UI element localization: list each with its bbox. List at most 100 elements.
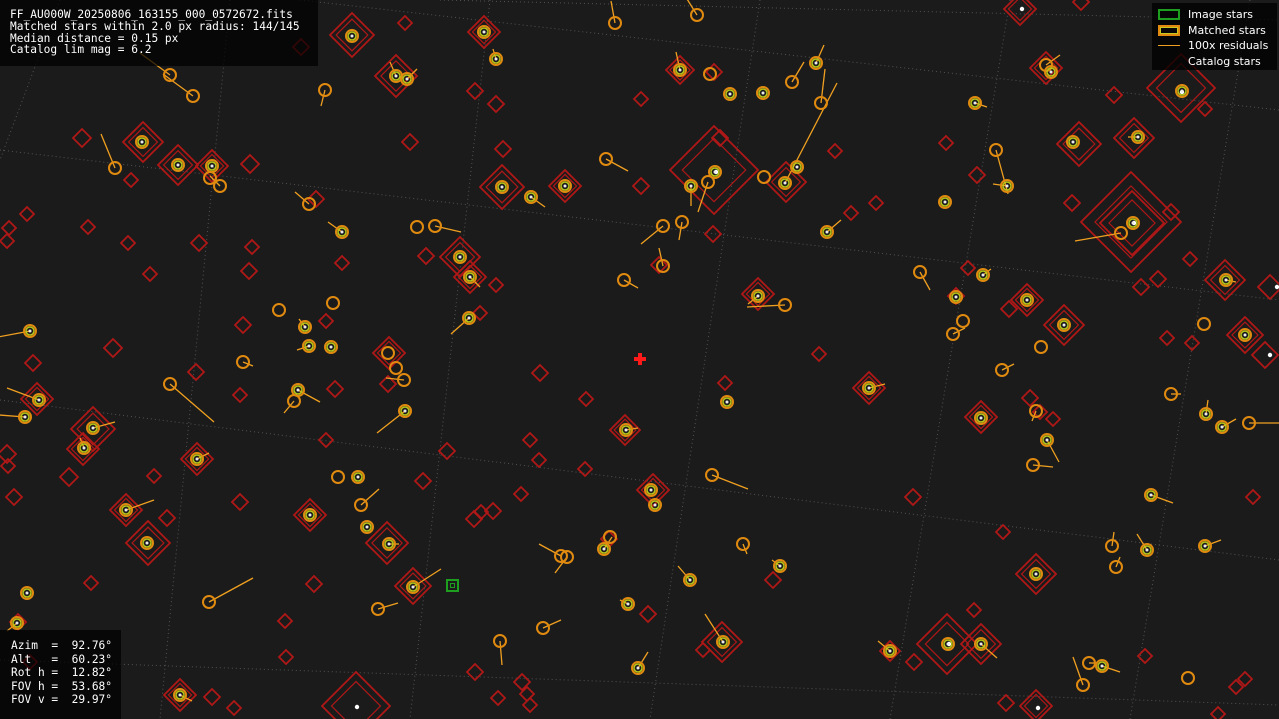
- catalog-star-marker: [320, 670, 392, 719]
- residual-line: [542, 619, 562, 629]
- image-star-core: [458, 255, 462, 259]
- catalog-star-marker: [1250, 340, 1279, 370]
- image-star-core: [350, 34, 354, 38]
- matched-stars-layer: [10, 8, 1256, 702]
- image-star-core: [124, 508, 128, 512]
- catalog-star-marker: [512, 485, 530, 503]
- catalog-star-marker: [521, 431, 539, 449]
- grid-line: [0, 399, 1279, 561]
- catalog-star-marker: [71, 127, 93, 149]
- image-star-core: [943, 200, 947, 204]
- image-star-core: [500, 185, 504, 189]
- matched-star: [1034, 340, 1048, 354]
- catalog-limit-text: Catalog lim mag = 6.2: [10, 43, 152, 57]
- residual-line: [360, 488, 380, 506]
- catalog-star-marker: [333, 254, 351, 272]
- image-star-core: [25, 591, 29, 595]
- image-star-core: [1203, 544, 1207, 548]
- catalog-star-marker: [396, 14, 414, 32]
- catalog-star-marker: [1148, 269, 1168, 289]
- matched-star: [1181, 671, 1195, 685]
- grid-line: [409, 0, 491, 719]
- catalog-star-marker: [1209, 705, 1227, 719]
- image-star-core: [91, 426, 95, 430]
- image-star-core: [981, 273, 985, 277]
- grid-line: [159, 0, 231, 719]
- catalog-star-marker: [304, 574, 324, 594]
- catalog-star-marker: [23, 353, 43, 373]
- matched-star: [331, 470, 345, 484]
- catalog-star-marker: [1136, 647, 1154, 665]
- image-star-core: [728, 92, 732, 96]
- center-cross-icon: [634, 353, 646, 365]
- image-star-core: [721, 640, 725, 644]
- image-star-core: [387, 542, 391, 546]
- matched-star-swatch-icon: [1158, 24, 1180, 36]
- catalog-star-marker: [1044, 410, 1062, 428]
- image-star-core: [15, 621, 19, 625]
- image-star-core: [494, 57, 498, 61]
- legend-item-residuals: 100x residuals: [1156, 38, 1277, 54]
- catalog-star-marker: [842, 204, 860, 222]
- image-star-core: [1224, 278, 1228, 282]
- catalog-star-marker: [1131, 277, 1151, 297]
- image-star-core: [761, 91, 765, 95]
- image-star-core: [308, 513, 312, 517]
- image-star-core: [365, 525, 369, 529]
- star-field-canvas: [0, 0, 1279, 719]
- image-star-core: [28, 329, 32, 333]
- catalog-star-marker: [1020, 388, 1040, 408]
- grid-line: [1129, 0, 1251, 719]
- catalog-star-marker: [18, 205, 36, 223]
- residual-line-swatch-icon: [1158, 45, 1180, 47]
- image-star-core: [888, 649, 892, 653]
- image-star-core: [1220, 425, 1224, 429]
- catalog-star-marker: [243, 238, 261, 256]
- pointing-info-panel: Azim = 92.76° Alt = 60.23° Rot h = 12.82…: [0, 630, 121, 719]
- catalog-star-marker: [0, 219, 18, 237]
- image-star-core: [529, 195, 533, 199]
- catalog-star-marker: [1158, 329, 1176, 347]
- catalog-star-marker: [1104, 85, 1124, 105]
- image-star-core: [1131, 221, 1135, 225]
- image-star-core: [649, 488, 653, 492]
- matched-star: [326, 296, 340, 310]
- unmatched-image-star-inner: [450, 583, 455, 588]
- image-star-core: [713, 170, 717, 174]
- catalog-star-marker: [400, 132, 420, 152]
- residual-line: [815, 44, 825, 64]
- image-star-core: [626, 602, 630, 606]
- legend-label: 100x residuals: [1188, 39, 1269, 53]
- image-star-core: [954, 295, 958, 299]
- catalog-star-marker: [867, 194, 885, 212]
- image-star-core: [467, 316, 471, 320]
- catalog-star-marker: [239, 153, 261, 175]
- catalog-star-marker: [1181, 250, 1199, 268]
- image-star-core: [689, 184, 693, 188]
- image-star-core: [178, 693, 182, 697]
- bright-star: [354, 704, 360, 710]
- image-star-core: [340, 230, 344, 234]
- matched-star: [1197, 317, 1211, 331]
- azimuth-text: Azim = 92.76°: [11, 639, 113, 652]
- image-star-core: [1049, 70, 1053, 74]
- catalog-star-marker: [231, 386, 249, 404]
- image-star-core: [405, 77, 409, 81]
- catalog-star-marker: [826, 142, 844, 160]
- image-star-core: [210, 164, 214, 168]
- image-star-core: [756, 294, 760, 298]
- catalog-star-marker: [79, 218, 97, 236]
- catalog-star-marker: [530, 451, 548, 469]
- grid-line: [889, 0, 1011, 719]
- catalog-star-marker: [157, 508, 177, 528]
- image-star-core: [973, 101, 977, 105]
- catalog-star-marker: [277, 648, 295, 666]
- residual-line: [623, 279, 639, 289]
- catalog-star-marker: [464, 509, 484, 529]
- catalog-star-marker: [465, 662, 485, 682]
- image-star-core: [1136, 135, 1140, 139]
- residual-line: [499, 640, 503, 666]
- image-star-core: [145, 541, 149, 545]
- catalog-star-marker: [239, 261, 259, 281]
- bright-star: [1267, 352, 1273, 358]
